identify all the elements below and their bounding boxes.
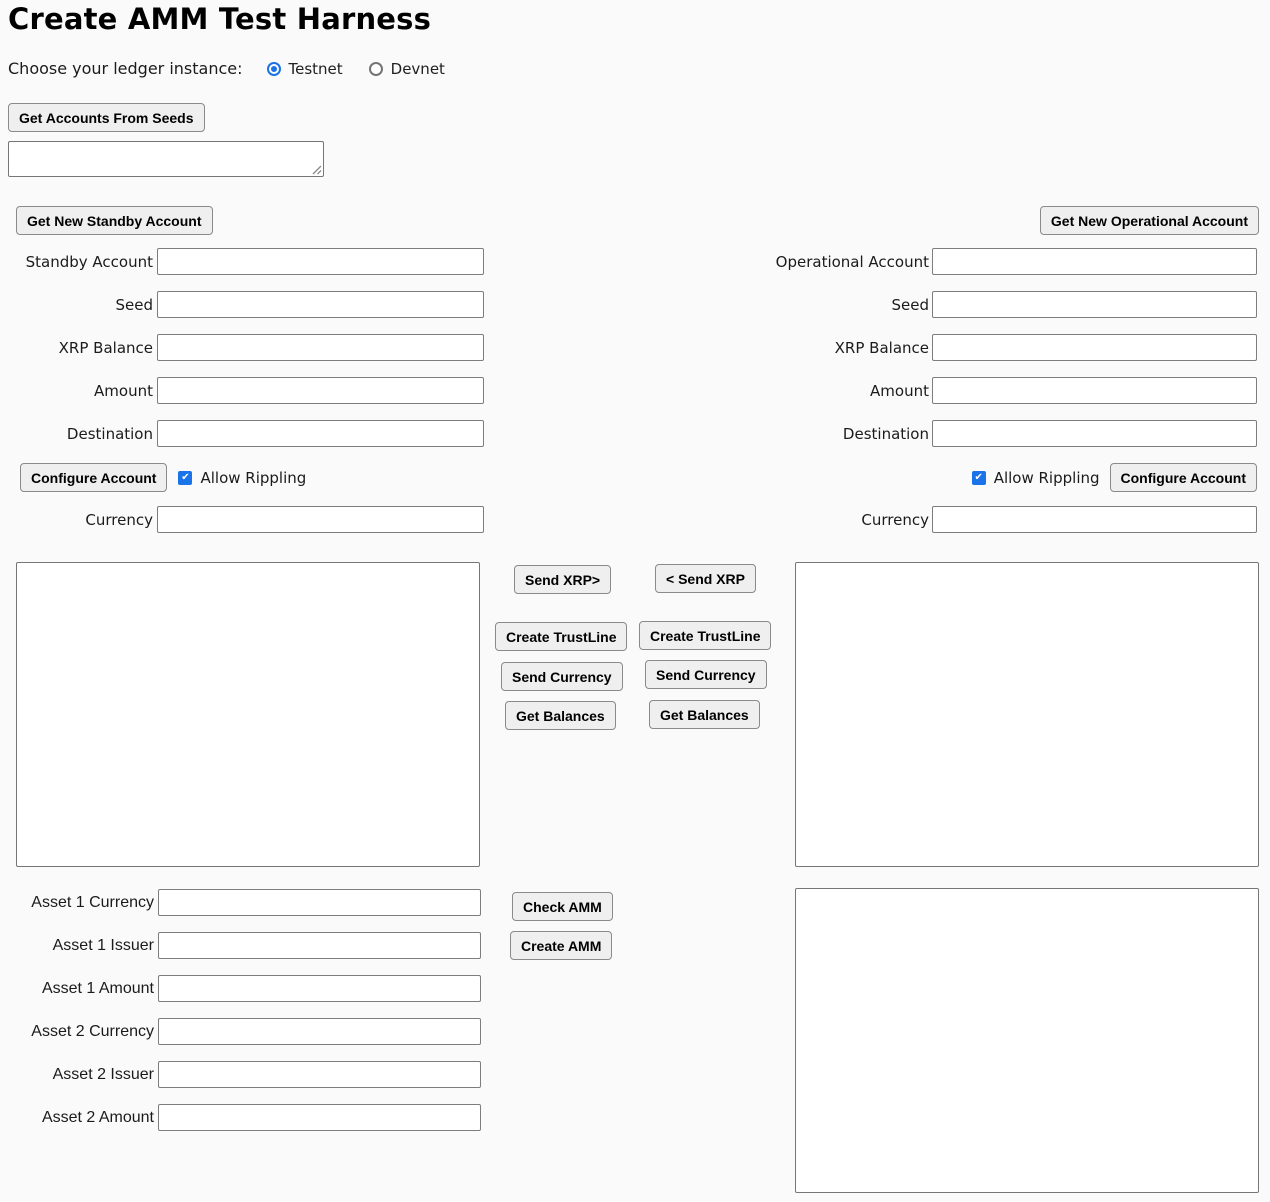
get-new-operational-account-button[interactable]: Get New Operational Account — [1040, 206, 1259, 235]
operational-currency-input[interactable] — [932, 506, 1257, 533]
asset2-amount-row: Asset 2 Amount — [0, 1104, 481, 1131]
standby-result-textarea[interactable] — [16, 562, 480, 867]
operational-xrp-balance-row: XRP Balance — [770, 334, 1257, 361]
standby-amount-input[interactable] — [157, 377, 484, 404]
asset2-issuer-label: Asset 2 Issuer — [0, 1066, 158, 1084]
operational-seed-row: Seed — [770, 291, 1257, 318]
standby-destination-label: Destination — [0, 425, 157, 443]
standby-seed-row: Seed — [0, 291, 484, 318]
asset1-amount-label: Asset 1 Amount — [0, 980, 158, 998]
standby-amount-row: Amount — [0, 377, 484, 404]
asset1-currency-label: Asset 1 Currency — [0, 894, 158, 912]
get-new-standby-account-button[interactable]: Get New Standby Account — [16, 206, 213, 235]
create-trustline-standby-button[interactable]: Create TrustLine — [495, 622, 627, 651]
asset1-currency-row: Asset 1 Currency — [0, 889, 481, 916]
standby-currency-input[interactable] — [157, 506, 484, 533]
ledger-instance-row: Choose your ledger instance: Testnet Dev… — [8, 59, 445, 78]
standby-configure-row: Configure Account Allow Rippling — [20, 463, 306, 492]
operational-destination-input[interactable] — [932, 420, 1257, 447]
create-trustline-operational-button[interactable]: Create TrustLine — [639, 621, 771, 650]
operational-destination-row: Destination — [770, 420, 1257, 447]
devnet-radio[interactable] — [369, 62, 383, 76]
standby-currency-row: Currency — [0, 506, 484, 533]
asset2-currency-row: Asset 2 Currency — [0, 1018, 481, 1045]
radio-group-devnet[interactable]: Devnet — [369, 60, 445, 78]
standby-xrp-balance-input[interactable] — [157, 334, 484, 361]
standby-allow-rippling-checkbox[interactable] — [178, 471, 192, 485]
operational-account-input[interactable] — [932, 248, 1257, 275]
standby-xrp-balance-row: XRP Balance — [0, 334, 484, 361]
radio-group-testnet[interactable]: Testnet — [267, 60, 343, 78]
standby-destination-row: Destination — [0, 420, 484, 447]
testnet-radio[interactable] — [267, 62, 281, 76]
devnet-radio-label[interactable]: Devnet — [391, 60, 445, 78]
asset1-currency-input[interactable] — [158, 889, 481, 916]
standby-allow-rippling-label[interactable]: Allow Rippling — [200, 469, 306, 487]
operational-xrp-balance-label: XRP Balance — [770, 339, 932, 357]
asset2-issuer-row: Asset 2 Issuer — [0, 1061, 481, 1088]
operational-destination-label: Destination — [770, 425, 932, 443]
configure-standby-account-button[interactable]: Configure Account — [20, 463, 167, 492]
amm-test-harness-page: Create AMM Test Harness Choose your ledg… — [0, 0, 1270, 1202]
operational-allow-rippling-label[interactable]: Allow Rippling — [994, 469, 1100, 487]
get-balances-standby-button[interactable]: Get Balances — [505, 701, 616, 730]
standby-account-label: Standby Account — [0, 253, 157, 271]
asset2-amount-label: Asset 2 Amount — [0, 1109, 158, 1127]
page-title: Create AMM Test Harness — [8, 2, 431, 36]
operational-amount-row: Amount — [770, 377, 1257, 404]
testnet-radio-label[interactable]: Testnet — [289, 60, 343, 78]
create-amm-button[interactable]: Create AMM — [510, 931, 612, 960]
asset2-amount-input[interactable] — [158, 1104, 481, 1131]
operational-account-label: Operational Account — [770, 253, 932, 271]
operational-seed-label: Seed — [770, 296, 932, 314]
operational-currency-row: Currency — [770, 506, 1257, 533]
operational-configure-row: Allow Rippling Configure Account — [972, 463, 1257, 492]
standby-account-input[interactable] — [157, 248, 484, 275]
standby-seed-input[interactable] — [157, 291, 484, 318]
asset1-issuer-row: Asset 1 Issuer — [0, 932, 481, 959]
send-xrp-to-operational-button[interactable]: Send XRP> — [514, 565, 611, 594]
get-accounts-from-seeds-button[interactable]: Get Accounts From Seeds — [8, 103, 205, 132]
standby-destination-input[interactable] — [157, 420, 484, 447]
asset2-currency-label: Asset 2 Currency — [0, 1023, 158, 1041]
configure-operational-account-button[interactable]: Configure Account — [1110, 463, 1257, 492]
operational-amount-input[interactable] — [932, 377, 1257, 404]
asset1-issuer-label: Asset 1 Issuer — [0, 937, 158, 955]
amm-result-textarea[interactable] — [795, 888, 1259, 1193]
standby-amount-label: Amount — [0, 382, 157, 400]
standby-seed-label: Seed — [0, 296, 157, 314]
operational-xrp-balance-input[interactable] — [932, 334, 1257, 361]
ledger-instance-label: Choose your ledger instance: — [8, 59, 243, 78]
operational-account-row: Operational Account — [770, 248, 1257, 275]
standby-account-row: Standby Account — [0, 248, 484, 275]
account-seeds-textarea[interactable] — [8, 141, 324, 177]
send-currency-standby-button[interactable]: Send Currency — [501, 662, 623, 691]
seeds-textarea-wrap — [8, 141, 324, 177]
operational-result-textarea[interactable] — [795, 562, 1259, 867]
operational-allow-rippling-checkbox[interactable] — [972, 471, 986, 485]
standby-currency-label: Currency — [0, 511, 157, 529]
standby-xrp-balance-label: XRP Balance — [0, 339, 157, 357]
asset1-issuer-input[interactable] — [158, 932, 481, 959]
asset1-amount-input[interactable] — [158, 975, 481, 1002]
operational-currency-label: Currency — [770, 511, 932, 529]
operational-amount-label: Amount — [770, 382, 932, 400]
send-currency-operational-button[interactable]: Send Currency — [645, 660, 767, 689]
asset2-currency-input[interactable] — [158, 1018, 481, 1045]
asset1-amount-row: Asset 1 Amount — [0, 975, 481, 1002]
check-amm-button[interactable]: Check AMM — [512, 892, 613, 921]
operational-seed-input[interactable] — [932, 291, 1257, 318]
get-balances-operational-button[interactable]: Get Balances — [649, 700, 760, 729]
asset2-issuer-input[interactable] — [158, 1061, 481, 1088]
send-xrp-to-standby-button[interactable]: < Send XRP — [655, 564, 756, 593]
